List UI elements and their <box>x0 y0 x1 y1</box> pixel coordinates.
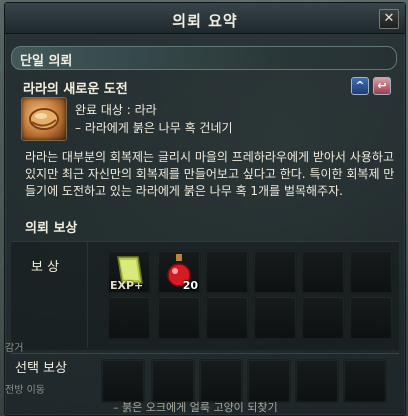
window-title: 의뢰 요약 <box>172 12 238 30</box>
quest-objective: – 라라에게 붉은 나무 혹 건네기 <box>75 121 233 135</box>
potion-count: 20 <box>182 279 198 292</box>
reward-slot-exp[interactable]: EXP+ <box>107 250 151 294</box>
reward-slot-empty[interactable] <box>349 250 393 294</box>
choice-reward-slot-empty[interactable] <box>343 359 387 403</box>
section-single-quest-label: 단일 의뢰 <box>20 54 73 69</box>
reward-slot-empty[interactable] <box>157 296 201 340</box>
reward-section-title: 의뢰 보상 <box>25 221 78 236</box>
choice-reward-label: 선택 보상 <box>15 361 67 376</box>
reward-slot-empty[interactable] <box>107 296 151 340</box>
section-single-quest: 단일 의뢰 <box>11 46 397 70</box>
quest-type-icon[interactable]: ^ <box>351 77 369 95</box>
exp-text: EXP+ <box>110 279 144 292</box>
reward-grid-divider <box>87 242 88 348</box>
window-titlebar[interactable]: 의뢰 요약 ✕ <box>5 3 405 34</box>
quest-description: 라라는 대부분의 회복제는 글리시 마을의 프레하라우에게 받아서 사용하고 있… <box>25 150 395 198</box>
background-label-1: 감거 <box>5 343 24 354</box>
reward-slot-empty[interactable] <box>301 250 345 294</box>
choice-reward-slot-empty[interactable] <box>101 359 145 403</box>
quest-summary-window: 의뢰 요약 ✕ 단일 의뢰 라라의 새로운 도전 ^ ↩ 완료 대상 : 라라 … <box>4 2 406 416</box>
choice-reward-slot-empty[interactable] <box>151 359 195 403</box>
close-button[interactable]: ✕ <box>379 9 399 29</box>
reward-slot-empty[interactable] <box>253 250 297 294</box>
wood-knot-item-icon <box>21 97 67 141</box>
reward-slot-empty[interactable] <box>205 296 249 340</box>
background-label-2: 전방 이동 <box>5 385 45 396</box>
background-objective-text: – 붉은 오크에게 얼룩 고양이 되찾기 <box>113 401 278 414</box>
quest-title: 라라의 새로운 도전 <box>23 82 128 97</box>
choice-reward-slot-empty[interactable] <box>199 359 243 403</box>
reward-slot-empty[interactable] <box>349 296 393 340</box>
reward-slot-potion[interactable]: 20 <box>157 250 201 294</box>
section-divider <box>11 353 399 354</box>
basic-reward-panel: 보 상 EXP+ 20 <box>11 241 399 350</box>
choice-reward-slot-empty[interactable] <box>247 359 291 403</box>
completion-target: 완료 대상 : 라라 <box>75 103 157 117</box>
choice-reward-slot-empty[interactable] <box>295 359 339 403</box>
reward-slot-empty[interactable] <box>253 296 297 340</box>
reward-slot-empty[interactable] <box>301 296 345 340</box>
quest-share-icon[interactable]: ↩ <box>373 77 391 95</box>
basic-reward-label: 보 상 <box>31 260 60 275</box>
reward-slot-empty[interactable] <box>205 250 249 294</box>
